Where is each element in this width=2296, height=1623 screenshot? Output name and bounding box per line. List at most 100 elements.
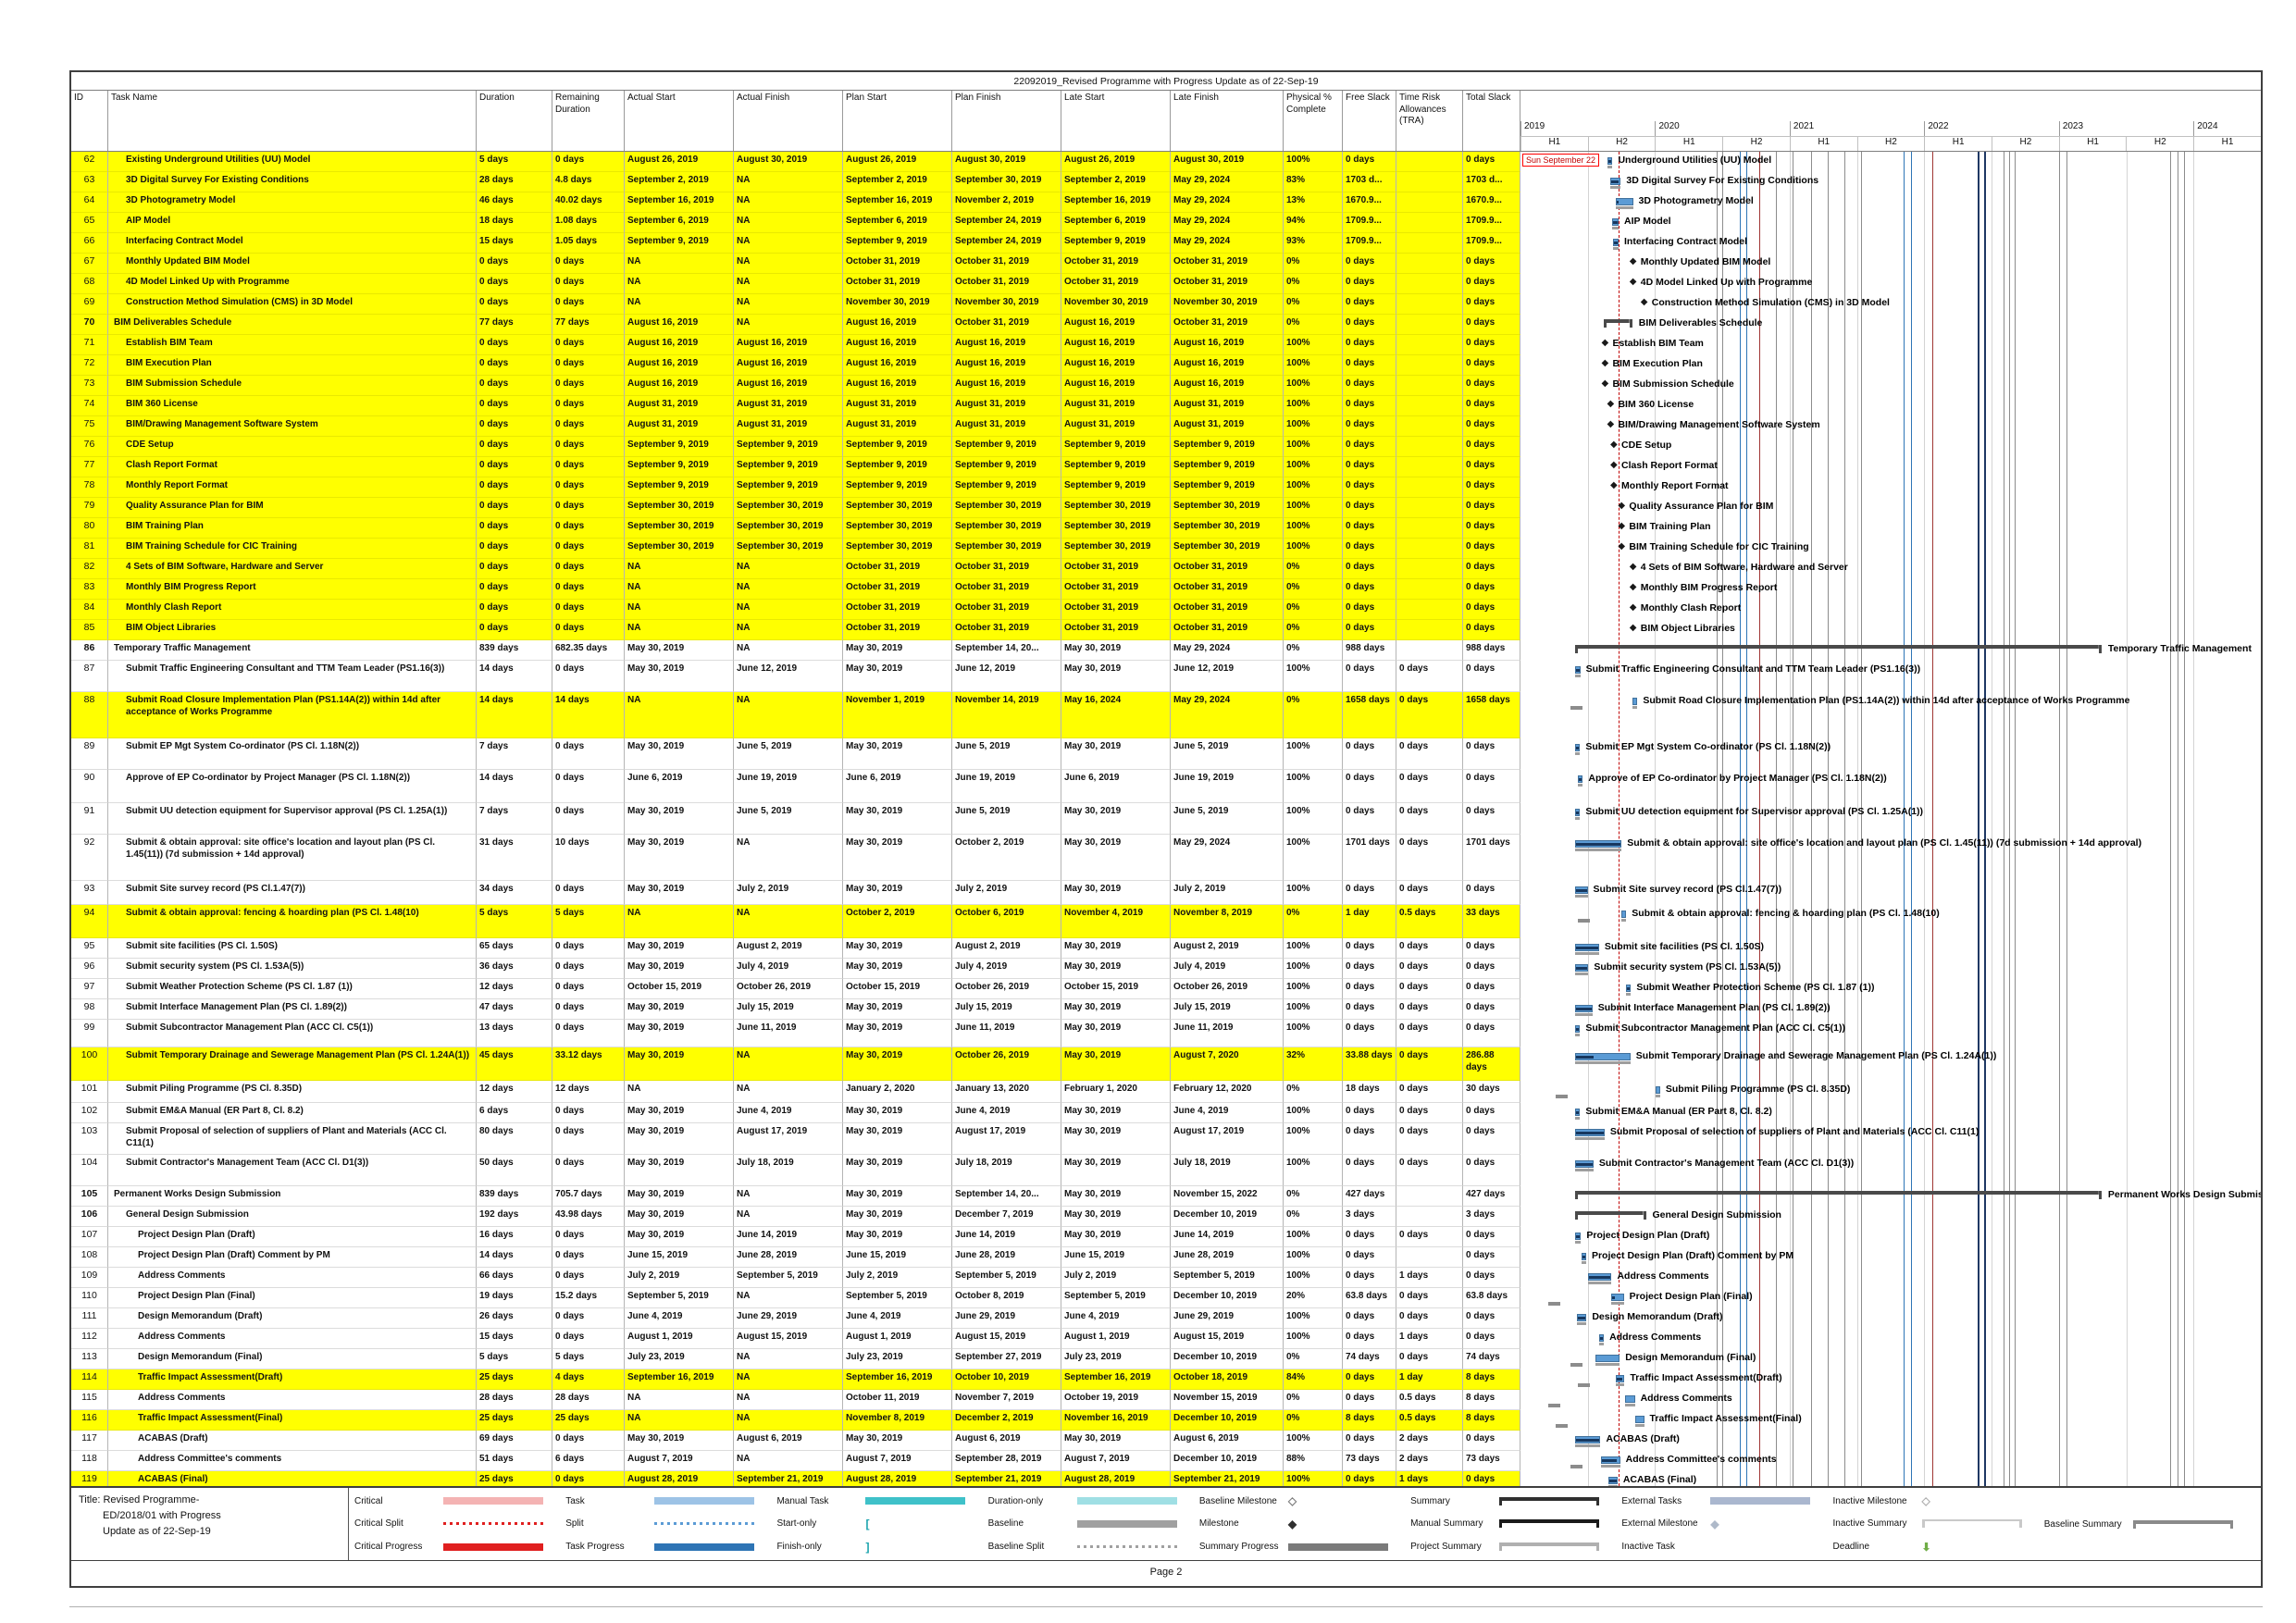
- cell-lf: June 28, 2019: [1171, 1247, 1284, 1268]
- cell-id: 110: [71, 1288, 108, 1308]
- cell-ts: 0 days: [1463, 355, 1520, 376]
- cell-tra: [1396, 376, 1463, 396]
- gantt-bar-label: Approve of EP Co-ordinator by Project Ma…: [1588, 773, 1886, 784]
- column-header-total-slack: Total Slack: [1463, 91, 1520, 151]
- gantt-row-area: ◆BIM Submission Schedule: [1520, 376, 2261, 396]
- legend-swatch-shape: [654, 1497, 754, 1505]
- cell-ls: May 30, 2019: [1061, 938, 1171, 959]
- column-header-plan-start: Plan Start: [843, 91, 952, 151]
- table-row: 73BIM Submission Schedule0 days0 daysAug…: [71, 376, 2261, 396]
- cell-ls: May 30, 2019: [1061, 1123, 1171, 1155]
- cell-pf: September 9, 2019: [952, 477, 1061, 498]
- cell-af: NA: [734, 1081, 843, 1103]
- cell-id: 62: [71, 152, 108, 172]
- legend-swatch-shape: ◇: [1288, 1495, 1297, 1506]
- cell-name: Submit EM&A Manual (ER Part 8, Cl. 8.2): [108, 1103, 477, 1123]
- gantt-bar: [1608, 1477, 1618, 1484]
- cell-rem: 0 days: [552, 152, 625, 172]
- cell-pf: October 31, 2019: [952, 274, 1061, 294]
- cell-lf: May 29, 2024: [1171, 640, 1284, 661]
- status-date-flag: Sun September 22: [1522, 154, 1599, 167]
- gantt-bar-progress: [1576, 747, 1579, 750]
- cell-id: 67: [71, 254, 108, 274]
- cell-pct: 0%: [1284, 1410, 1343, 1431]
- cell-name: 3D Digital Survey For Existing Condition…: [108, 172, 477, 192]
- table-row: 91Submit UU detection equipment for Supe…: [71, 803, 2261, 835]
- gantt-bar-label: Submit Site survey record (PS Cl.1.47(7)…: [1594, 884, 1782, 895]
- table-row: 92Submit & obtain approval: site office'…: [71, 835, 2261, 881]
- cell-tra: 1 day: [1396, 1369, 1463, 1390]
- cell-ls: May 30, 2019: [1061, 1020, 1171, 1047]
- cell-dur: 51 days: [477, 1451, 552, 1471]
- gantt-bar-label: Clash Report Format: [1621, 460, 1718, 471]
- gantt-bar-label: BIM Object Libraries: [1641, 623, 1735, 634]
- cell-lf: June 4, 2019: [1171, 1103, 1284, 1123]
- cell-af: NA: [734, 1390, 843, 1410]
- cell-id: 63: [71, 172, 108, 192]
- cell-fs: 0 days: [1343, 620, 1396, 640]
- gantt-baseline-bar: [1575, 952, 1599, 955]
- cell-ps: September 30, 2019: [843, 498, 952, 518]
- cell-ls: October 31, 2019: [1061, 559, 1171, 579]
- cell-dur: 26 days: [477, 1308, 552, 1329]
- gantt-bar-label: Submit EM&A Manual (ER Part 8, Cl. 8.2): [1585, 1106, 1771, 1117]
- cell-id: 65: [71, 213, 108, 233]
- cell-dur: 0 days: [477, 274, 552, 294]
- cell-name: Design Memorandum (Final): [108, 1349, 477, 1369]
- cell-as: August 7, 2019: [625, 1451, 734, 1471]
- column-header-plan-finish: Plan Finish: [952, 91, 1061, 151]
- cell-as: May 30, 2019: [625, 999, 734, 1020]
- cell-name: Submit Subcontractor Management Plan (AC…: [108, 1020, 477, 1047]
- cell-tra: [1396, 1207, 1463, 1227]
- cell-as: NA: [625, 620, 734, 640]
- cell-dur: 66 days: [477, 1268, 552, 1288]
- cell-af: NA: [734, 315, 843, 335]
- cell-id: 104: [71, 1155, 108, 1186]
- cell-ts: 0 days: [1463, 498, 1520, 518]
- cell-tra: 0 days: [1396, 661, 1463, 692]
- cell-lf: October 26, 2019: [1171, 979, 1284, 999]
- gantt-bar-progress: [1613, 221, 1618, 224]
- cell-lf: July 4, 2019: [1171, 959, 1284, 979]
- cell-lf: July 18, 2019: [1171, 1155, 1284, 1186]
- legend-swatch-ms-inactive: ◇: [1922, 1494, 2022, 1507]
- cell-pct: 100%: [1284, 1123, 1343, 1155]
- cell-as: September 30, 2019: [625, 539, 734, 559]
- cell-as: NA: [625, 1081, 734, 1103]
- gantt-baseline-bar: [1575, 675, 1580, 677]
- gantt-bar-progress: [1576, 1163, 1593, 1166]
- page-footer: Page 2: [71, 1560, 2261, 1586]
- cell-lf: September 30, 2019: [1171, 498, 1284, 518]
- cell-name: Project Design Plan (Draft) Comment by P…: [108, 1247, 477, 1268]
- cell-ts: 0 days: [1463, 979, 1520, 999]
- cell-ps: May 30, 2019: [843, 959, 952, 979]
- cell-af: June 28, 2019: [734, 1247, 843, 1268]
- gantt-row-area: Submit Traffic Engineering Consultant an…: [1520, 661, 2261, 692]
- cell-lf: November 15, 2022: [1171, 1186, 1284, 1207]
- gantt-bar-progress: [1578, 1317, 1585, 1319]
- cell-id: 79: [71, 498, 108, 518]
- cell-af: August 15, 2019: [734, 1329, 843, 1349]
- legend-swatch-shape: [1922, 1519, 2022, 1528]
- gantt-bar-progress: [1576, 889, 1586, 892]
- cell-pct: 100%: [1284, 335, 1343, 355]
- gantt-bar: [1575, 809, 1580, 816]
- gantt-baseline-bar: [1625, 1404, 1635, 1406]
- cell-ts: 30 days: [1463, 1081, 1520, 1103]
- timeline-year-label: 2023: [2059, 121, 2193, 136]
- legend-item-label: Manual Summary: [1410, 1518, 1499, 1529]
- legend-item-label: External Milestone: [1621, 1518, 1710, 1529]
- cell-pf: August 31, 2019: [952, 396, 1061, 416]
- gantt-row-area: Traffic Impact Assessment(Final): [1520, 1410, 2261, 1431]
- timeline-year-label: 2021: [1790, 121, 1924, 136]
- cell-tra: [1396, 355, 1463, 376]
- cell-ts: 0 days: [1463, 1020, 1520, 1047]
- gantt-baseline-bar: [1575, 1444, 1600, 1447]
- legend-item-label: Baseline: [988, 1518, 1077, 1529]
- gantt-row-area: Submit Contractor's Management Team (ACC…: [1520, 1155, 2261, 1186]
- cell-af: September 5, 2019: [734, 1268, 843, 1288]
- cell-ts: 0 days: [1463, 437, 1520, 457]
- gantt-bar-label: Address Committee's comments: [1626, 1454, 1777, 1465]
- cell-rem: 5 days: [552, 905, 625, 938]
- cell-ps: September 9, 2019: [843, 457, 952, 477]
